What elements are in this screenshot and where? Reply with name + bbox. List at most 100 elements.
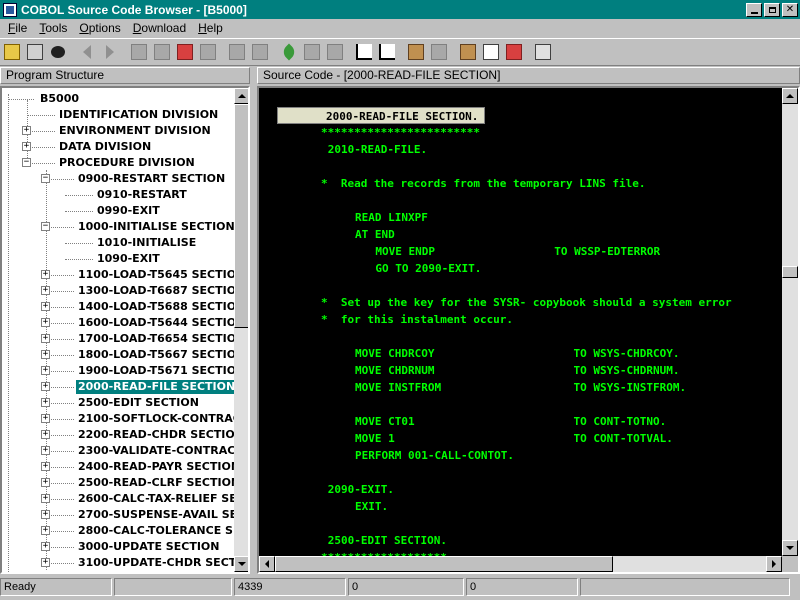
tree-item[interactable]: − 1000-INITIALISE SECTION bbox=[2, 219, 235, 235]
collapse-icon[interactable]: − bbox=[22, 158, 31, 167]
menu-file[interactable]: File bbox=[2, 21, 33, 35]
report-button[interactable] bbox=[532, 41, 554, 63]
tree-item[interactable]: 0990-EXIT bbox=[2, 203, 235, 219]
expand-icon[interactable]: + bbox=[22, 126, 31, 135]
code-horizontal-scrollbar[interactable] bbox=[259, 556, 782, 572]
expand-icon[interactable]: + bbox=[41, 366, 50, 375]
expand-icon[interactable]: + bbox=[41, 286, 50, 295]
code-scroll-up-button[interactable] bbox=[782, 88, 798, 104]
tree-item[interactable]: +2500-EDIT SECTION bbox=[2, 395, 235, 411]
expand-icon[interactable]: + bbox=[22, 142, 31, 151]
menu-download[interactable]: Download bbox=[127, 21, 192, 35]
tree-button[interactable] bbox=[174, 41, 196, 63]
tree-item[interactable]: − 0900-RESTART SECTION bbox=[2, 171, 235, 187]
close-button[interactable]: ✕ bbox=[782, 2, 798, 17]
expand-icon[interactable]: + bbox=[41, 334, 50, 343]
expand-icon[interactable]: + bbox=[41, 462, 50, 471]
open-button[interactable] bbox=[1, 41, 23, 63]
code-scroll-left-button[interactable] bbox=[259, 556, 275, 572]
tree-item[interactable]: + DATA DIVISION bbox=[2, 139, 235, 155]
tree-scroll-up-button[interactable] bbox=[234, 88, 248, 104]
expand-icon[interactable]: + bbox=[41, 270, 50, 279]
tree-item[interactable]: +2100-SOFTLOCK-CONTRACT SECTION bbox=[2, 411, 235, 427]
collapse-icon[interactable]: − bbox=[41, 222, 50, 231]
compile-button[interactable] bbox=[278, 41, 300, 63]
tree-item[interactable]: +2400-READ-PAYR SECTION bbox=[2, 459, 235, 475]
tree-item[interactable]: +1800-LOAD-T5667 SECTION bbox=[2, 347, 235, 363]
code-vertical-scrollbar[interactable] bbox=[782, 88, 798, 556]
tree-scroll-down-button[interactable] bbox=[234, 556, 248, 572]
back-button[interactable] bbox=[76, 41, 98, 63]
collapse-icon[interactable]: − bbox=[41, 174, 50, 183]
tree-item[interactable]: +1700-LOAD-T6654 SECTION bbox=[2, 331, 235, 347]
expand-icon[interactable]: + bbox=[41, 414, 50, 423]
tree-item[interactable]: 1090-EXIT bbox=[2, 251, 235, 267]
expand-icon[interactable]: + bbox=[41, 526, 50, 535]
redo-button[interactable] bbox=[249, 41, 271, 63]
expand-icon[interactable]: + bbox=[41, 382, 50, 391]
leaf-button[interactable] bbox=[301, 41, 323, 63]
expand-icon[interactable]: + bbox=[41, 398, 50, 407]
clipboard-button[interactable] bbox=[457, 41, 479, 63]
minimize-button[interactable] bbox=[746, 2, 762, 17]
tree-item[interactable]: +2600-CALC-TAX-RELIEF SECTION bbox=[2, 491, 235, 507]
flag-button[interactable] bbox=[324, 41, 346, 63]
code-hscroll-thumb[interactable] bbox=[275, 556, 613, 572]
tree-item[interactable]: IDENTIFICATION DIVISION bbox=[2, 107, 235, 123]
menu-help[interactable]: Help bbox=[192, 21, 229, 35]
code-scroll-thumb[interactable] bbox=[782, 266, 798, 278]
chart-down-button[interactable] bbox=[376, 41, 398, 63]
tree-item[interactable]: 1010-INITIALISE bbox=[2, 235, 235, 251]
tree-item[interactable]: +1400-LOAD-T5688 SECTION bbox=[2, 299, 235, 315]
list-button[interactable] bbox=[405, 41, 427, 63]
forward-button[interactable] bbox=[99, 41, 121, 63]
source-code-view[interactable]: 2000-READ-FILE SECTION. *****************… bbox=[257, 86, 800, 574]
tree-item[interactable]: +2000-READ-FILE SECTION bbox=[2, 379, 235, 395]
tree-scroll-thumb[interactable] bbox=[234, 104, 248, 328]
tree-item[interactable]: − PROCEDURE DIVISION bbox=[2, 155, 235, 171]
duplicate-button[interactable] bbox=[480, 41, 502, 63]
tree-item[interactable]: + ENVIRONMENT DIVISION bbox=[2, 123, 235, 139]
find-button[interactable] bbox=[47, 41, 69, 63]
export-button[interactable] bbox=[503, 41, 525, 63]
tree-item[interactable]: +3100-UPDATE-CHDR SECTION bbox=[2, 555, 235, 571]
expand-icon[interactable]: + bbox=[41, 494, 50, 503]
folder-button[interactable] bbox=[197, 41, 219, 63]
tree-item[interactable]: +3000-UPDATE SECTION bbox=[2, 539, 235, 555]
menu-options[interactable]: Options bbox=[73, 21, 126, 35]
expand-icon[interactable]: + bbox=[41, 542, 50, 551]
expand-icon[interactable]: + bbox=[41, 430, 50, 439]
tree-item[interactable]: +1600-LOAD-T5644 SECTION bbox=[2, 315, 235, 331]
code-scroll-right-button[interactable] bbox=[766, 556, 782, 572]
tree-item[interactable]: +1900-LOAD-T5671 SECTION bbox=[2, 363, 235, 379]
tree-item[interactable]: +2200-READ-CHDR SECTION bbox=[2, 427, 235, 443]
expand-icon[interactable]: + bbox=[41, 446, 50, 455]
expand-icon[interactable]: + bbox=[41, 510, 50, 519]
restore-button[interactable] bbox=[764, 2, 780, 17]
copy-button[interactable] bbox=[128, 41, 150, 63]
title-bar[interactable]: COBOL Source Code Browser - [B5000] ✕ bbox=[0, 0, 800, 19]
print-button[interactable] bbox=[24, 41, 46, 63]
program-structure-tree[interactable]: B5000 IDENTIFICATION DIVISION + ENVIRONMENT… bbox=[0, 86, 250, 574]
tree-item[interactable]: +1300-LOAD-T6687 SECTION bbox=[2, 283, 235, 299]
tree-item[interactable]: B5000 bbox=[2, 91, 235, 107]
expand-icon[interactable]: + bbox=[41, 350, 50, 359]
app-icon[interactable] bbox=[3, 2, 17, 17]
tree-item[interactable]: +2500-READ-CLRF SECTION bbox=[2, 475, 235, 491]
tree-vertical-scrollbar[interactable] bbox=[234, 88, 248, 572]
tree-item[interactable]: +2700-SUSPENSE-AVAIL SECTION bbox=[2, 507, 235, 523]
tree-item[interactable]: +2300-VALIDATE-CONTRACT SECTION bbox=[2, 443, 235, 459]
paste-button[interactable] bbox=[151, 41, 173, 63]
tree-item[interactable]: +2800-CALC-TOLERANCE SECTION bbox=[2, 523, 235, 539]
expand-icon[interactable]: + bbox=[41, 558, 50, 567]
tree-item[interactable]: +1100-LOAD-T5645 SECTION bbox=[2, 267, 235, 283]
expand-icon[interactable]: + bbox=[41, 318, 50, 327]
code-scroll-down-button[interactable] bbox=[782, 540, 798, 556]
menu-tools[interactable]: Tools bbox=[33, 21, 73, 35]
undo-button[interactable] bbox=[226, 41, 248, 63]
save-button[interactable] bbox=[428, 41, 450, 63]
expand-icon[interactable]: + bbox=[41, 478, 50, 487]
tree-item[interactable]: 0910-RESTART bbox=[2, 187, 235, 203]
chart-up-button[interactable] bbox=[353, 41, 375, 63]
expand-icon[interactable]: + bbox=[41, 302, 50, 311]
